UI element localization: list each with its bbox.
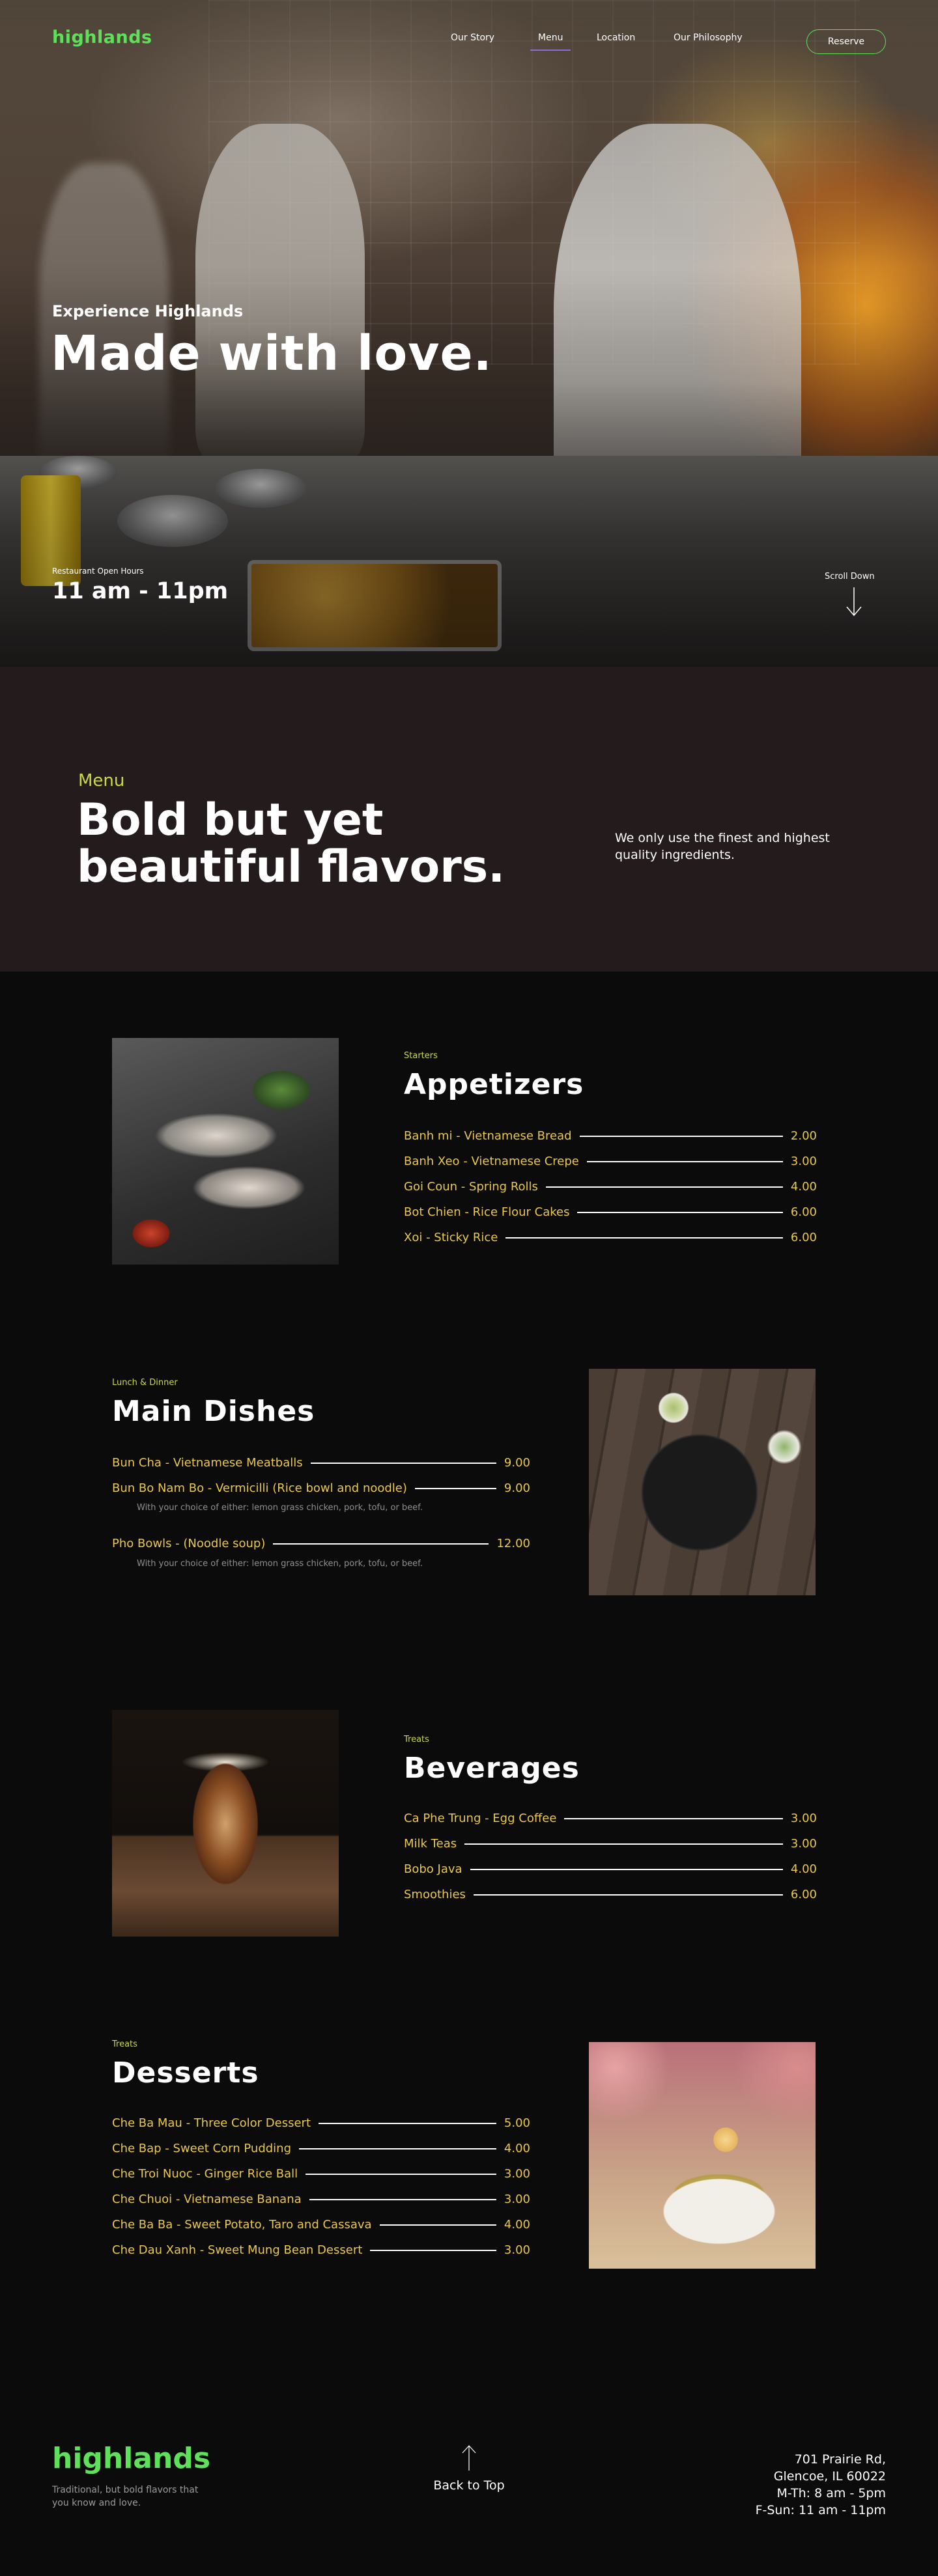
hero-section: highlands Our Story Menu Location Our Ph… <box>0 0 938 667</box>
menu-item[interactable]: Ca Phe Trung - Egg Coffee 3.00 <box>404 1812 817 1825</box>
menu-item[interactable]: Smoothies 6.00 <box>404 1888 817 1901</box>
item-leader-line <box>306 2173 496 2175</box>
hours-line: F-Sun: 11 am - 11pm <box>755 2503 886 2517</box>
menu-item-note: With your choice of either: lemon grass … <box>137 1503 423 1513</box>
footer-address: 701 Prairie Rd, Glencoe, IL 60022 M-Th: … <box>756 2451 886 2519</box>
footer-logo[interactable]: highlands <box>52 2442 210 2475</box>
nav-link-our-story[interactable]: Our Story <box>451 33 494 43</box>
item-leader-line <box>579 1135 783 1137</box>
footer-tagline: Traditional, but bold flavors that you k… <box>52 2485 199 2508</box>
desserts-photo <box>589 2042 816 2269</box>
menu-item[interactable]: Che Troi Nuoc - Ginger Rice Ball 3.00 <box>112 2167 530 2181</box>
item-leader-line <box>370 2249 496 2251</box>
open-hours-value: 11 am - 11pm <box>52 578 229 604</box>
intro-description: We only use the finest and highest quali… <box>615 831 830 862</box>
menu-item[interactable]: Xoi - Sticky Rice 6.00 <box>404 1231 817 1244</box>
address-line: Glencoe, IL 60022 <box>773 2469 886 2484</box>
menu-item[interactable]: Pho Bowls - (Noodle soup) 12.00 <box>112 1537 530 1550</box>
desserts-eyebrow: Treats <box>112 2039 137 2049</box>
site-footer: highlands Traditional, but bold flavors … <box>0 2387 938 2576</box>
mains-eyebrow: Lunch & Dinner <box>112 1378 178 1388</box>
item-leader-line <box>273 1543 489 1545</box>
menu-section: Starters Appetizers Banh mi - Vietnamese… <box>0 972 938 2387</box>
hours-line: M-Th: 8 am - 5pm <box>776 2486 886 2500</box>
item-leader-line <box>309 2198 496 2200</box>
scroll-down-label[interactable]: Scroll Down <box>825 572 875 581</box>
item-leader-line <box>470 1868 783 1870</box>
menu-item[interactable]: Bobo Java 4.00 <box>404 1862 817 1876</box>
menu-item-note: With your choice of either: lemon grass … <box>137 1559 423 1569</box>
mains-title: Main Dishes <box>112 1395 315 1428</box>
intro-title: Bold but yet beautiful flavors. <box>77 794 505 893</box>
menu-item[interactable]: Goi Coun - Spring Rolls 4.00 <box>404 1180 817 1194</box>
item-leader-line <box>414 1487 496 1489</box>
address-line: 701 Prairie Rd, <box>794 2452 886 2467</box>
appetizers-title: Appetizers <box>404 1068 584 1101</box>
menu-item[interactable]: Banh Xeo - Vietnamese Crepe 3.00 <box>404 1155 817 1168</box>
beverages-title: Beverages <box>404 1752 580 1785</box>
item-leader-line <box>577 1211 783 1213</box>
menu-item[interactable]: Che Ba Mau - Three Color Dessert 5.00 <box>112 2116 530 2130</box>
item-leader-line <box>473 1894 783 1896</box>
item-leader-line <box>319 2122 496 2124</box>
menu-item[interactable]: Milk Teas 3.00 <box>404 1837 817 1851</box>
nav-link-location[interactable]: Location <box>597 33 635 43</box>
open-hours-label: Restaurant Open Hours <box>52 567 144 576</box>
item-leader-line <box>505 1237 783 1239</box>
item-leader-line <box>379 2224 496 2226</box>
reserve-button[interactable]: Reserve <box>806 29 886 54</box>
nav-link-menu[interactable]: Menu <box>530 33 572 51</box>
menu-item[interactable]: Che Dau Xanh - Sweet Mung Bean Dessert 3.… <box>112 2243 530 2257</box>
menu-item[interactable]: Bun Bo Nam Bo - Vermicilli (Rice bowl an… <box>112 1481 530 1495</box>
menu-item[interactable]: Bun Cha - Vietnamese Meatballs 9.00 <box>112 1456 530 1470</box>
hero-eyebrow: Experience Highlands <box>52 302 244 320</box>
top-navigation: highlands Our Story Menu Location Our Ph… <box>0 0 938 78</box>
item-leader-line <box>586 1160 783 1162</box>
hero-title: Made with love. <box>51 326 492 382</box>
mains-photo <box>589 1369 816 1595</box>
intro-eyebrow: Menu <box>78 771 125 791</box>
beverages-eyebrow: Treats <box>404 1735 429 1744</box>
back-to-top-button[interactable]: Back to Top <box>433 2444 505 2493</box>
arrow-down-icon[interactable] <box>844 586 864 617</box>
item-leader-line <box>464 1843 783 1845</box>
beverages-photo <box>112 1710 339 1937</box>
back-to-top-label: Back to Top <box>433 2478 505 2493</box>
arrow-up-icon <box>462 2445 476 2471</box>
nav-link-our-philosophy[interactable]: Our Philosophy <box>674 33 743 43</box>
menu-item[interactable]: Che Chuoi - Vietnamese Banana 3.00 <box>112 2192 530 2206</box>
menu-item[interactable]: Bot Chien - Rice Flour Cakes 6.00 <box>404 1205 817 1219</box>
menu-item[interactable]: Che Ba Ba - Sweet Potato, Taro and Cassa… <box>112 2218 530 2232</box>
desserts-title: Desserts <box>112 2056 259 2090</box>
brand-logo[interactable]: highlands <box>52 27 152 48</box>
menu-intro-section: Menu Bold but yet beautiful flavors. We … <box>0 667 938 972</box>
item-leader-line <box>310 1462 496 1464</box>
item-leader-line <box>564 1817 783 1819</box>
appetizers-eyebrow: Starters <box>404 1051 438 1061</box>
item-leader-line <box>299 2148 496 2149</box>
menu-item[interactable]: Banh mi - Vietnamese Bread 2.00 <box>404 1129 817 1143</box>
menu-item[interactable]: Che Bap - Sweet Corn Pudding 4.00 <box>112 2142 530 2155</box>
item-leader-line <box>545 1186 783 1188</box>
appetizers-photo <box>112 1038 339 1265</box>
